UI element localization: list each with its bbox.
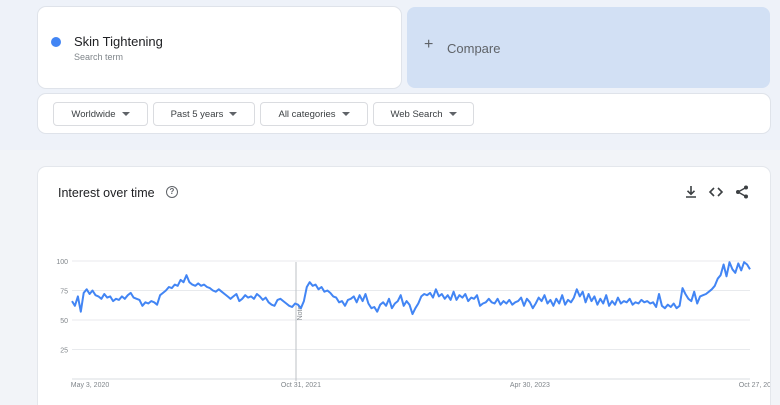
plus-icon: + xyxy=(424,36,434,53)
caret-down-icon xyxy=(229,112,238,116)
search-term-sublabel: Search term xyxy=(74,52,124,62)
caret-down-icon xyxy=(448,112,457,116)
time-range-label: Past 5 years xyxy=(170,108,224,120)
y-tick-label: 75 xyxy=(60,289,68,296)
series-color-dot xyxy=(51,37,61,47)
x-tick-label: May 3, 2020 xyxy=(71,382,110,389)
search-type-dropdown[interactable]: Web Search xyxy=(373,102,474,126)
interest-over-time-card: Interest over time ? 25 50 75 100 May 3, 20… xyxy=(38,167,770,405)
x-tick-label: Apr 30, 2023 xyxy=(510,382,550,389)
caret-down-icon xyxy=(341,112,350,116)
location-dropdown[interactable]: Worldwide xyxy=(53,102,148,126)
time-range-dropdown[interactable]: Past 5 years xyxy=(153,102,255,126)
search-type-label: Web Search xyxy=(390,108,443,120)
x-tick-label: Oct 27, 2024 xyxy=(739,382,770,389)
search-term-card[interactable]: Skin Tightening Search term xyxy=(38,7,401,88)
compare-button[interactable]: + Compare xyxy=(407,7,770,88)
location-label: Worldwide xyxy=(71,108,116,120)
category-label: All categories xyxy=(278,108,336,120)
search-term-name[interactable]: Skin Tightening xyxy=(74,34,163,49)
compare-label: Compare xyxy=(447,41,501,56)
interest-over-time-chart: 25 50 75 100 May 3, 2020 Oct 31, 2021 Apr 30,… xyxy=(56,259,770,389)
series-line-skin-tightening xyxy=(71,261,751,316)
filter-bar: Worldwide Past 5 years All categories We… xyxy=(38,94,770,133)
category-dropdown[interactable]: All categories xyxy=(260,102,368,126)
y-tick-label: 100 xyxy=(56,259,68,266)
caret-down-icon xyxy=(121,112,130,116)
x-tick-label: Oct 31, 2021 xyxy=(281,382,321,389)
y-tick-label: 50 xyxy=(60,318,68,325)
y-tick-label: 25 xyxy=(60,348,68,355)
